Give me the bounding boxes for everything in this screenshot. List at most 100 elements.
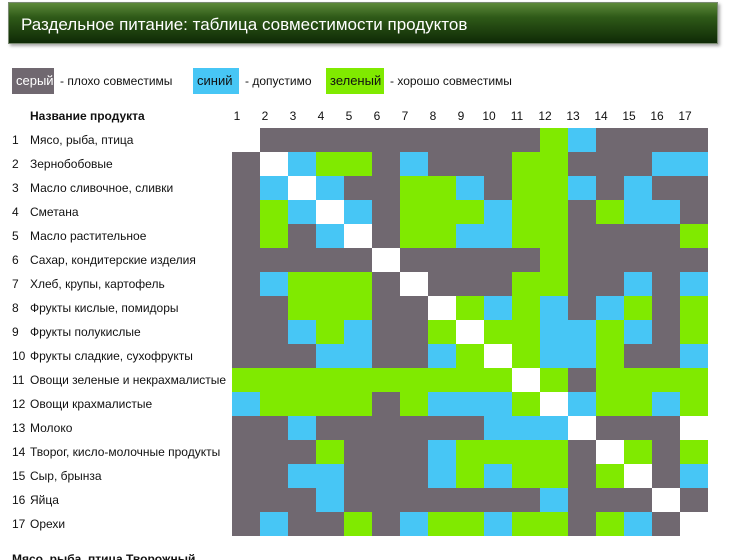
compat-cell <box>540 488 568 512</box>
compat-cell <box>624 440 652 464</box>
compat-cell <box>680 440 708 464</box>
compat-cell <box>400 176 428 200</box>
column-number: 8 <box>429 109 437 123</box>
compat-cell <box>316 128 344 152</box>
compat-cell <box>288 224 316 248</box>
compat-cell <box>316 152 344 176</box>
title-bar: Раздельное питание: таблица совместимост… <box>8 2 718 44</box>
compat-cell <box>568 176 596 200</box>
compat-cell <box>456 152 484 176</box>
column-number: 7 <box>401 109 409 123</box>
product-name: Молоко <box>30 421 73 435</box>
compat-cell <box>344 464 372 488</box>
compat-cell <box>232 248 260 272</box>
compat-cell <box>260 368 288 392</box>
compat-cell <box>484 176 512 200</box>
row-number: 6 <box>12 253 19 267</box>
compat-cell <box>400 296 428 320</box>
compat-cell <box>596 344 624 368</box>
compat-cell <box>652 512 680 536</box>
row-number: 3 <box>12 181 19 195</box>
compat-cell <box>288 464 316 488</box>
row-number: 12 <box>12 397 26 411</box>
compat-cell <box>596 176 624 200</box>
compat-cell <box>456 512 484 536</box>
compat-cell <box>288 344 316 368</box>
compat-cell <box>288 488 316 512</box>
compat-cell <box>344 440 372 464</box>
compat-cell <box>232 128 260 152</box>
compat-cell <box>652 488 680 512</box>
row-number: 17 <box>12 517 26 531</box>
compat-cell <box>596 200 624 224</box>
product-name: Хлеб, крупы, картофель <box>30 277 165 291</box>
compat-cell <box>484 512 512 536</box>
compat-cell <box>624 392 652 416</box>
compat-cell <box>400 512 428 536</box>
compat-cell <box>596 248 624 272</box>
compat-cell <box>456 440 484 464</box>
compat-cell <box>288 248 316 272</box>
compat-cell <box>428 392 456 416</box>
compat-cell <box>484 128 512 152</box>
compat-cell <box>288 392 316 416</box>
compat-cell <box>400 200 428 224</box>
compat-cell <box>232 464 260 488</box>
compat-cell <box>624 176 652 200</box>
column-number: 4 <box>317 109 325 123</box>
compat-cell <box>680 464 708 488</box>
compat-cell <box>568 488 596 512</box>
legend: серый - плохо совместимы синий - допусти… <box>0 68 729 94</box>
compat-cell <box>316 248 344 272</box>
compat-cell <box>260 296 288 320</box>
compat-cell <box>316 416 344 440</box>
product-name: Овощи зеленые и некрахмалистые <box>30 373 227 387</box>
compat-cell <box>344 200 372 224</box>
compat-cell <box>680 512 708 536</box>
compat-cell <box>372 128 400 152</box>
compat-cell <box>372 320 400 344</box>
compat-cell <box>232 320 260 344</box>
compat-cell <box>456 200 484 224</box>
compat-cell <box>456 320 484 344</box>
compat-cell <box>232 296 260 320</box>
compat-cell <box>568 296 596 320</box>
compat-cell <box>540 200 568 224</box>
compat-cell <box>680 272 708 296</box>
compat-cell <box>512 416 540 440</box>
compat-cell <box>540 248 568 272</box>
compat-cell <box>624 320 652 344</box>
compat-cell <box>344 176 372 200</box>
compat-cell <box>428 320 456 344</box>
column-number: 15 <box>622 109 636 123</box>
compat-cell <box>344 152 372 176</box>
compat-cell <box>568 128 596 152</box>
compat-cell <box>316 176 344 200</box>
compat-cell <box>316 200 344 224</box>
compat-cell <box>428 416 456 440</box>
compat-cell <box>232 272 260 296</box>
compat-cell <box>400 392 428 416</box>
compat-cell <box>540 368 568 392</box>
compat-cell <box>680 344 708 368</box>
compat-cell <box>680 368 708 392</box>
compat-cell <box>344 512 372 536</box>
compat-cell <box>260 488 288 512</box>
compat-cell <box>540 464 568 488</box>
compat-cell <box>260 248 288 272</box>
compat-cell <box>568 272 596 296</box>
compat-cell <box>344 320 372 344</box>
compat-cell <box>316 368 344 392</box>
compat-cell <box>232 440 260 464</box>
product-name: Творог, кисло-молочные продукты <box>30 445 221 459</box>
compat-cell <box>512 344 540 368</box>
compat-cell <box>428 200 456 224</box>
compat-cell <box>372 392 400 416</box>
compat-cell <box>484 416 512 440</box>
compat-cell <box>288 200 316 224</box>
column-number: 9 <box>457 109 465 123</box>
compat-cell <box>596 320 624 344</box>
compat-cell <box>680 248 708 272</box>
compat-cell <box>596 224 624 248</box>
compat-cell <box>260 440 288 464</box>
